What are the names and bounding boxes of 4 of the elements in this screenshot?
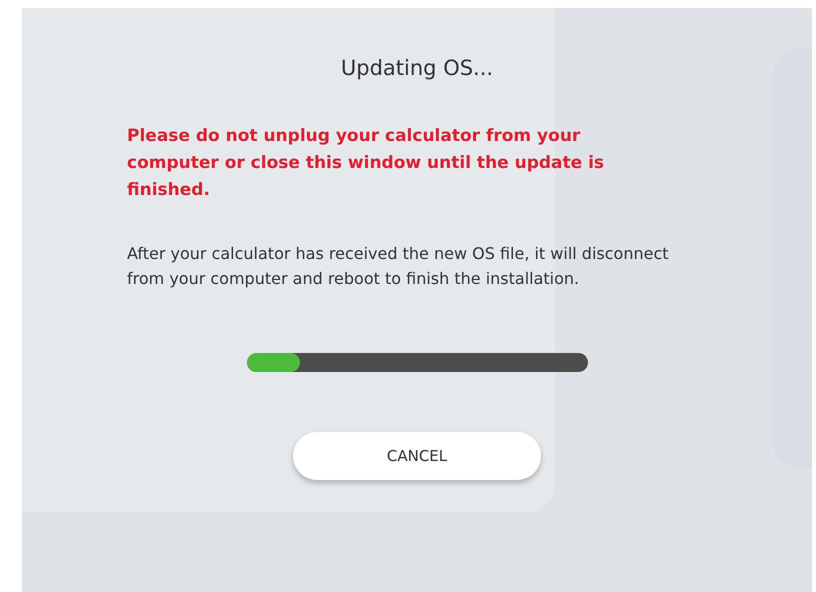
dialog-title: Updating OS...	[340, 56, 494, 82]
warning-text: Please do not unplug your calculator from your computer or close this window until the update is finished.	[127, 125, 606, 202]
info-text: After your calculator has received the new OS file, it will disconnect from your computer and reboot to finish the installation.	[127, 243, 670, 290]
cancel-button[interactable]: CANCEL	[293, 432, 541, 480]
